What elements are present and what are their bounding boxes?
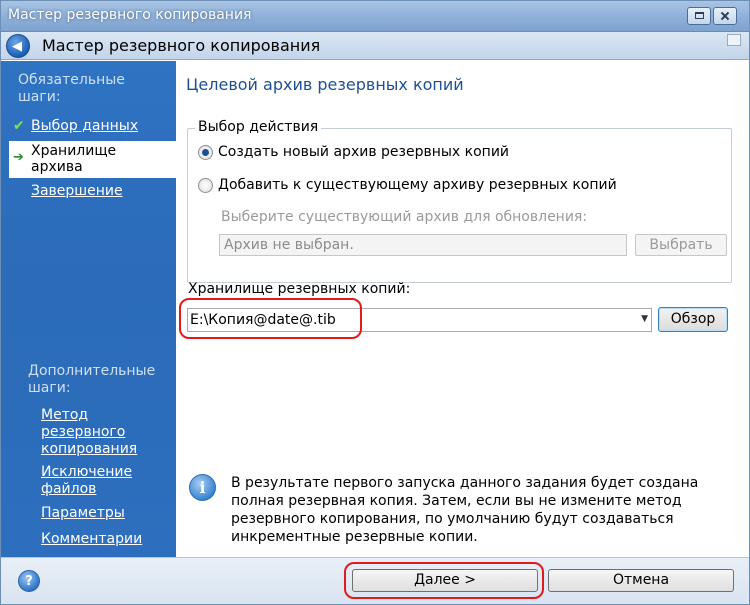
step-archive-storage[interactable]: ➔ Хранилище архива	[9, 141, 176, 178]
action-groupbox: Выбор действия Создать новый архив резер…	[187, 119, 732, 283]
close-icon	[720, 11, 730, 20]
radio-create-new[interactable]: Создать новый архив резервных копий	[198, 144, 509, 160]
step-options[interactable]: Параметры	[41, 505, 125, 522]
radio-add-existing-label: Добавить к существующему архиву резервны…	[218, 177, 617, 193]
step-archive-storage-label: Хранилище архива	[31, 143, 117, 175]
back-arrow-icon: ◀	[12, 39, 22, 54]
select-archive-button: Выбрать	[635, 234, 727, 256]
radio-create-new-label: Создать новый архив резервных копий	[218, 144, 510, 160]
next-button[interactable]: Далее >	[352, 569, 538, 592]
storage-path-combobox[interactable]: ▼	[187, 308, 652, 332]
radio-add-existing[interactable]: Добавить к существующему архиву резервны…	[198, 177, 617, 193]
close-button[interactable]	[713, 7, 737, 25]
wizard-header: ◀ Мастер резервного копирования	[1, 32, 749, 60]
info-icon: i	[189, 474, 216, 501]
check-icon: ✔	[13, 118, 25, 134]
chevron-down-icon[interactable]: ▼	[641, 314, 648, 324]
header-title: Мастер резервного копирования	[42, 36, 321, 55]
wizard-window: Мастер резервного копирования ◀ Мастер р…	[0, 0, 750, 605]
cancel-button[interactable]: Отмена	[548, 569, 734, 592]
main-panel: Целевой архив резервных копий Выбор дейс…	[176, 61, 749, 557]
radio-create-new-button[interactable]	[198, 144, 213, 160]
optional-steps-label: Дополнительные шаги:	[28, 363, 156, 396]
arrow-right-icon: ➔	[13, 150, 24, 165]
help-icon[interactable]: ?	[18, 570, 40, 592]
action-groupbox-legend: Выбор действия	[195, 119, 322, 135]
radio-add-existing-button[interactable]	[198, 177, 213, 193]
step-file-exclusion[interactable]: Исключение файлов	[41, 464, 151, 498]
browse-button[interactable]: Обзор	[658, 307, 728, 332]
steps-sidebar: Обязательные шаги: ✔ Выбор данных ➔ Хран…	[1, 61, 176, 557]
wizard-footer: ? Далее > Отмена	[1, 557, 749, 604]
storage-path-input[interactable]	[190, 311, 630, 329]
title-bar[interactable]: Мастер резервного копирования	[1, 1, 749, 32]
back-button[interactable]: ◀	[6, 34, 30, 58]
existing-archive-hint: Выберите существующий архив для обновлен…	[221, 209, 588, 225]
maximize-button[interactable]	[687, 7, 711, 25]
step-select-data[interactable]: Выбор данных	[31, 118, 138, 135]
step-finish[interactable]: Завершение	[31, 183, 123, 200]
maximize-icon	[695, 12, 704, 19]
step-backup-method[interactable]: Метод резервного копирования	[41, 407, 151, 458]
required-steps-label: Обязательные шаги:	[18, 72, 125, 105]
page-title: Целевой архив резервных копий	[186, 75, 464, 94]
info-text: В результате первого запуска данного зад…	[231, 475, 699, 545]
storage-label: Хранилище резервных копий:	[188, 281, 411, 297]
window-title: Мастер резервного копирования	[8, 7, 252, 23]
step-comments[interactable]: Комментарии	[41, 531, 142, 548]
existing-archive-field: Архив не выбран.	[219, 234, 627, 256]
window-icon	[727, 34, 741, 46]
